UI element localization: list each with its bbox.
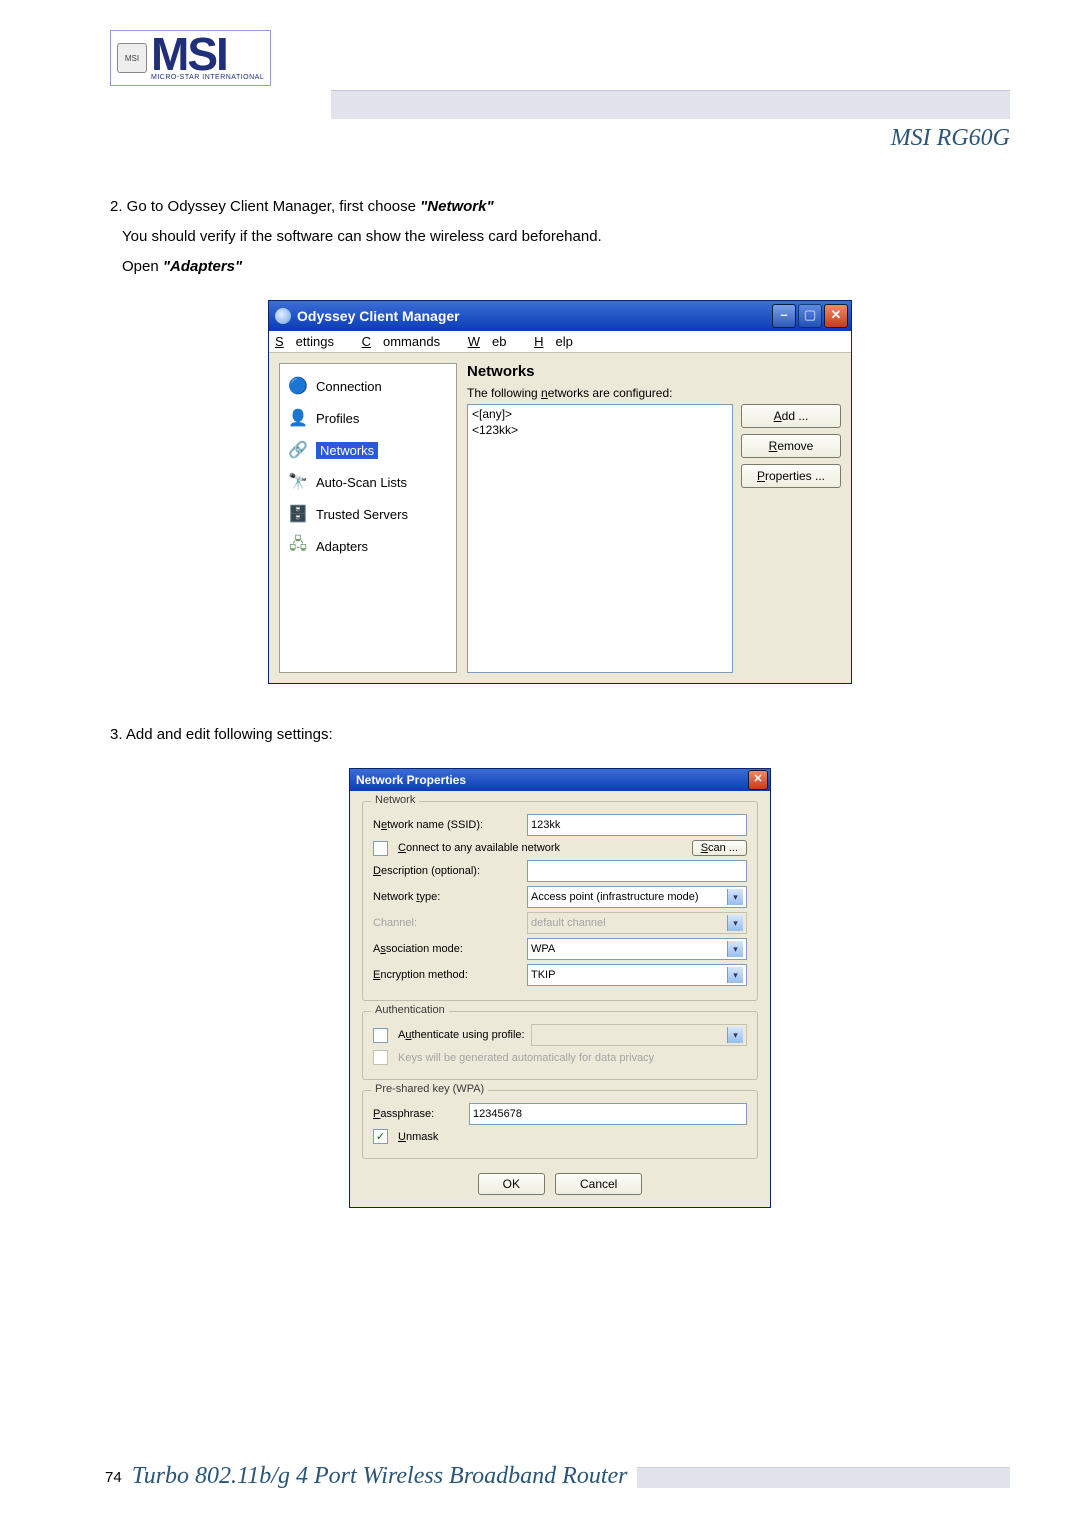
window-title: Odyssey Client Manager: [297, 308, 460, 324]
connect-any-label: Connect to any available network: [398, 842, 560, 854]
window-title: Network Properties: [356, 773, 466, 787]
ssid-input[interactable]: [527, 814, 747, 836]
cancel-button[interactable]: Cancel: [555, 1173, 642, 1195]
sidebar: 🔵 Connection 👤 Profiles 🔗 Networks 🔭 Aut…: [279, 363, 457, 673]
logo-text: MSI: [151, 35, 264, 74]
enc-label: Encryption method:: [373, 969, 521, 981]
properties-button[interactable]: Properties ...: [741, 464, 841, 488]
scan-button[interactable]: Scan ...: [692, 840, 747, 856]
header-divider: [331, 90, 1010, 119]
close-button[interactable]: ✕: [824, 304, 848, 328]
desc-label: Description (optional):: [373, 865, 521, 877]
ssid-label: Network name (SSID):: [373, 819, 521, 831]
chevron-down-icon: ▾: [727, 941, 743, 957]
assoc-label: Association mode:: [373, 943, 521, 955]
menu-web[interactable]: Web: [468, 334, 519, 349]
group-legend: Pre-shared key (WPA): [371, 1083, 488, 1095]
logo-badge-icon: MSI: [117, 43, 147, 73]
keys-auto-label: Keys will be generated automatically for…: [398, 1052, 654, 1064]
chevron-down-icon: ▾: [727, 915, 743, 931]
connection-icon: 🔵: [286, 376, 310, 396]
step2-line1: 2. Go to Odyssey Client Manager, first c…: [110, 192, 1010, 222]
group-psk: Pre-shared key (WPA) Passphrase: Unmask: [362, 1090, 758, 1159]
passphrase-label: Passphrase:: [373, 1108, 463, 1120]
product-name: MSI RG60G: [331, 125, 1010, 152]
assoc-select[interactable]: WPA▾: [527, 938, 747, 960]
group-legend: Network: [371, 794, 419, 806]
auth-profile-checkbox[interactable]: [373, 1028, 388, 1043]
auth-profile-select: ▾: [531, 1024, 747, 1046]
app-icon: [275, 308, 291, 324]
menu-help[interactable]: Help: [534, 334, 585, 349]
chevron-down-icon: ▾: [727, 889, 743, 905]
desc-input[interactable]: [527, 860, 747, 882]
chevron-down-icon: ▾: [727, 967, 743, 983]
unmask-checkbox[interactable]: [373, 1129, 388, 1144]
passphrase-input[interactable]: [469, 1103, 747, 1125]
chevron-down-icon: ▾: [727, 1027, 743, 1043]
titlebar[interactable]: Network Properties ✕: [350, 769, 770, 791]
step2-line2: You should verify if the software can sh…: [110, 222, 1010, 252]
footer-title: Turbo 802.11b/g 4 Port Wireless Broadban…: [132, 1463, 628, 1492]
menubar: Settings Commands Web Help: [269, 331, 851, 353]
sidebar-item-trusted[interactable]: 🗄️ Trusted Servers: [284, 498, 452, 530]
list-item[interactable]: <123kk>: [472, 423, 728, 439]
panel-heading: Networks: [467, 363, 841, 380]
logo-subtext: MICRO-STAR INTERNATIONAL: [151, 74, 264, 81]
group-authentication: Authentication Authenticate using profil…: [362, 1011, 758, 1080]
msi-logo: MSI MSI MICRO-STAR INTERNATIONAL: [110, 30, 271, 86]
networks-icon: 🔗: [286, 440, 310, 460]
odyssey-client-window: Odyssey Client Manager – ▢ ✕ Settings Co…: [268, 300, 852, 684]
list-item[interactable]: <[any]>: [472, 407, 728, 423]
group-network: Network Network name (SSID): Connect to …: [362, 801, 758, 1001]
keys-auto-checkbox: [373, 1050, 388, 1065]
profiles-icon: 👤: [286, 408, 310, 428]
sidebar-item-networks[interactable]: 🔗 Networks: [284, 434, 452, 466]
sidebar-item-connection[interactable]: 🔵 Connection: [284, 370, 452, 402]
add-button[interactable]: Add ...: [741, 404, 841, 428]
step3: 3. Add and edit following settings:: [110, 720, 1010, 750]
group-legend: Authentication: [371, 1004, 449, 1016]
networks-listbox[interactable]: <[any]> <123kk>: [467, 404, 733, 673]
type-select[interactable]: Access point (infrastructure mode)▾: [527, 886, 747, 908]
menu-commands[interactable]: Commands: [362, 334, 452, 349]
autoscan-icon: 🔭: [286, 472, 310, 492]
panel-subheading: The following networks are configured:: [467, 386, 841, 400]
adapters-icon: 🖧: [286, 536, 310, 556]
unmask-label: Unmask: [398, 1131, 438, 1143]
menu-settings[interactable]: Settings: [275, 334, 346, 349]
network-properties-window: Network Properties ✕ Network Network nam…: [349, 768, 771, 1208]
auth-profile-label: Authenticate using profile:: [398, 1029, 525, 1041]
channel-select: default channel▾: [527, 912, 747, 934]
type-label: Network type:: [373, 891, 521, 903]
sidebar-item-profiles[interactable]: 👤 Profiles: [284, 402, 452, 434]
titlebar[interactable]: Odyssey Client Manager – ▢ ✕: [269, 301, 851, 331]
step2-line3: Open "Adapters": [110, 252, 1010, 282]
remove-button[interactable]: Remove: [741, 434, 841, 458]
minimize-button[interactable]: –: [772, 304, 796, 328]
maximize-button[interactable]: ▢: [798, 304, 822, 328]
sidebar-item-autoscan[interactable]: 🔭 Auto-Scan Lists: [284, 466, 452, 498]
sidebar-item-adapters[interactable]: 🖧 Adapters: [284, 530, 452, 562]
close-button[interactable]: ✕: [748, 770, 768, 790]
footer-divider: [637, 1467, 1010, 1488]
ok-button[interactable]: OK: [478, 1173, 545, 1195]
enc-select[interactable]: TKIP▾: [527, 964, 747, 986]
trusted-icon: 🗄️: [286, 504, 310, 524]
page-number: 74: [105, 1469, 122, 1486]
channel-label: Channel:: [373, 917, 521, 929]
connect-any-checkbox[interactable]: [373, 841, 388, 856]
